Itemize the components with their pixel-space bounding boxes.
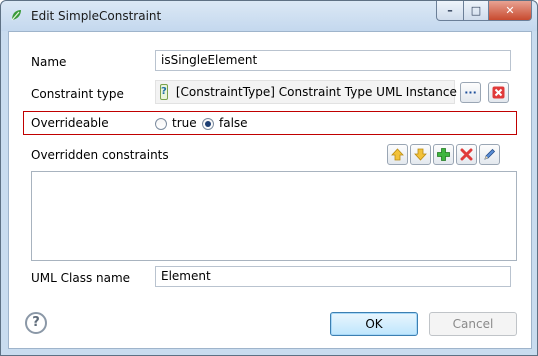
dialog-content: Name isSingleElement Constraint type ? [… (8, 31, 532, 349)
overrideable-false-label[interactable]: false (219, 116, 248, 130)
overrideable-label: Overrideable (31, 116, 109, 130)
constraint-type-field[interactable]: ? [ConstraintType] Constraint Type UML I… (155, 80, 474, 104)
window-controls: – □ ✕ (436, 1, 532, 21)
clear-constraint-type-button[interactable] (488, 82, 509, 103)
close-button[interactable]: ✕ (489, 1, 532, 21)
constraint-type-value: [ConstraintType] Constraint Type UML Ins… (175, 85, 475, 99)
close-icon: ✕ (505, 4, 515, 17)
uml-class-name-field[interactable]: Element (155, 266, 511, 287)
delete-icon (492, 86, 505, 99)
edit-constraint-button[interactable] (479, 144, 500, 165)
add-constraint-button[interactable] (433, 144, 454, 165)
arrow-up-icon (391, 148, 404, 161)
help-button[interactable]: ? (25, 312, 47, 334)
plus-icon (437, 148, 450, 161)
overridden-constraints-label: Overridden constraints (31, 148, 169, 162)
constraint-type-label: Constraint type (31, 87, 124, 101)
name-field[interactable]: isSingleElement (155, 50, 511, 71)
overridden-constraints-list[interactable] (31, 171, 517, 261)
maximize-button[interactable]: □ (464, 1, 489, 21)
ok-button[interactable]: OK (330, 312, 418, 336)
window-title: Edit SimpleConstraint (31, 9, 162, 23)
delete-icon (460, 148, 473, 161)
maximize-icon: □ (470, 4, 482, 17)
name-label: Name (31, 55, 67, 69)
overrideable-true-radio[interactable] (155, 118, 167, 130)
help-icon: ? (32, 315, 40, 330)
minimize-icon: – (447, 4, 453, 17)
title-bar[interactable]: Edit SimpleConstraint – □ ✕ (1, 1, 537, 31)
overrideable-true-label[interactable]: true (172, 116, 197, 130)
overrideable-false-radio[interactable] (202, 118, 214, 130)
dialog-window: Edit SimpleConstraint – □ ✕ Name isSingl… (0, 0, 538, 356)
arrow-down-icon (414, 148, 427, 161)
uml-class-name-label: UML Class name (31, 271, 131, 285)
remove-constraint-button[interactable] (456, 144, 477, 165)
move-down-button[interactable] (410, 144, 431, 165)
browse-constraint-type-button[interactable]: ··· (460, 82, 481, 103)
cancel-button[interactable]: Cancel (429, 312, 517, 336)
minimize-button[interactable]: – (436, 1, 464, 21)
ellipsis-icon: ··· (464, 86, 477, 99)
move-up-button[interactable] (387, 144, 408, 165)
app-leaf-icon (11, 10, 21, 21)
constraint-type-icon: ? (160, 84, 168, 100)
pencil-icon (484, 148, 496, 160)
